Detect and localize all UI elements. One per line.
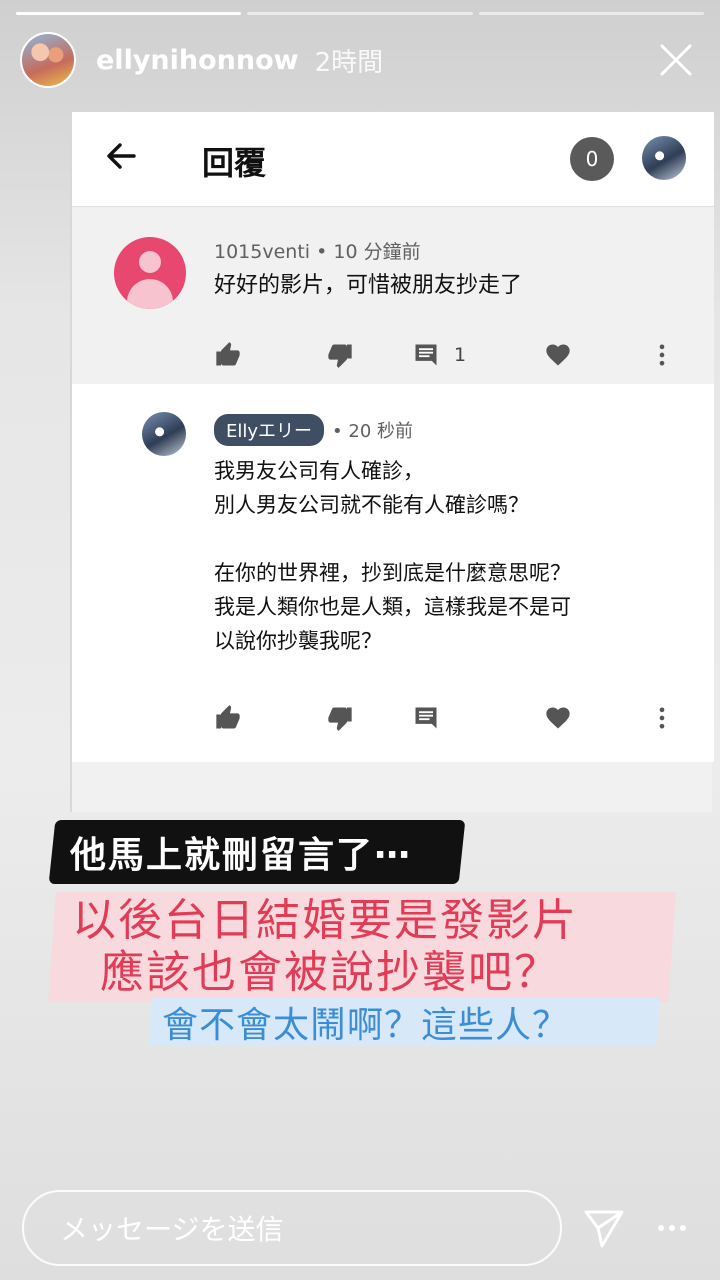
reply-line: 以說你抄襲我呢？ bbox=[214, 629, 382, 653]
dislike-icon bbox=[326, 698, 354, 738]
comment-author: 1015venti bbox=[214, 241, 311, 263]
reply-count: 1 bbox=[454, 344, 467, 366]
like-icon bbox=[214, 698, 242, 738]
close-icon[interactable] bbox=[658, 42, 694, 78]
reply-line: 在你的世界裡，抄到底是什麼意思呢？ bbox=[214, 561, 571, 585]
reply-meta: Ellyエリー • 20 秒前 bbox=[214, 414, 413, 446]
author-chip: Ellyエリー bbox=[214, 414, 325, 446]
reply-line: 我是人類你也是人類，這樣我是不是可 bbox=[214, 595, 571, 619]
like-icon bbox=[214, 335, 242, 375]
comment-screenshot: 回覆 0 1015venti • 10 分鐘前 好好的影片，可惜被朋友抄走了 1 bbox=[70, 112, 714, 812]
more-icon[interactable] bbox=[652, 1208, 692, 1248]
comment-meta: 1015venti • 10 分鐘前 bbox=[214, 241, 421, 263]
story-time: 2時間 bbox=[314, 47, 384, 78]
comment-time: 10 分鐘前 bbox=[333, 241, 421, 263]
default-user-avatar bbox=[114, 237, 186, 309]
story-username[interactable]: ellynihonnow bbox=[96, 45, 299, 76]
story-header: ellynihonnow 2時間 bbox=[20, 32, 700, 88]
count-badge: 0 bbox=[570, 137, 614, 181]
overlay-red-text: 應該也會被說抄襲吧？ bbox=[100, 947, 560, 998]
reply-header: 回覆 0 bbox=[72, 112, 714, 207]
reply-text: 我男友公司有人確診， 別人男友公司就不能有人確診嗎？ 在你的世界裡，抄到底是什麼… bbox=[214, 454, 571, 658]
progress-segment bbox=[478, 12, 704, 15]
overlay-blue-text: 會不會太鬧啊？這些人？ bbox=[162, 1005, 570, 1046]
reply-count-button: 1 bbox=[412, 335, 466, 375]
story-avatar[interactable] bbox=[20, 32, 76, 88]
back-arrow-icon bbox=[107, 143, 136, 169]
message-placeholder: メッセージを送信 bbox=[60, 1213, 284, 1246]
progress-segment bbox=[16, 12, 242, 15]
reply-line: 我男友公司有人確診， bbox=[214, 459, 424, 483]
message-input[interactable]: メッセージを送信 bbox=[22, 1190, 562, 1266]
comment-item: 1015venti • 10 分鐘前 好好的影片，可惜被朋友抄走了 1 bbox=[72, 207, 714, 384]
comment-actions: 1 bbox=[214, 335, 674, 375]
heart-icon bbox=[544, 698, 572, 738]
avatar bbox=[642, 136, 686, 180]
comment-icon bbox=[415, 344, 437, 366]
avatar bbox=[142, 412, 186, 456]
reply-item: Ellyエリー • 20 秒前 我男友公司有人確診， 別人男友公司就不能有人確診… bbox=[72, 384, 714, 762]
story-progress bbox=[16, 12, 704, 15]
overlay-black-text: 他馬上就刪留言了⋯ bbox=[70, 835, 413, 876]
reply-actions bbox=[214, 698, 674, 738]
comment-text: 好好的影片，可惜被朋友抄走了 bbox=[214, 273, 523, 298]
reply-line bbox=[214, 522, 571, 556]
more-vert-icon bbox=[648, 698, 676, 738]
reply-line: 別人男友公司就不能有人確診嗎？ bbox=[214, 493, 529, 517]
comment-icon bbox=[412, 698, 440, 738]
dislike-icon bbox=[326, 335, 354, 375]
more-vert-icon bbox=[648, 335, 676, 375]
page-title: 回覆 bbox=[202, 144, 267, 182]
progress-segment bbox=[247, 12, 473, 15]
heart-icon bbox=[544, 335, 572, 375]
reply-time: • 20 秒前 bbox=[332, 421, 413, 442]
send-icon[interactable] bbox=[582, 1206, 626, 1250]
